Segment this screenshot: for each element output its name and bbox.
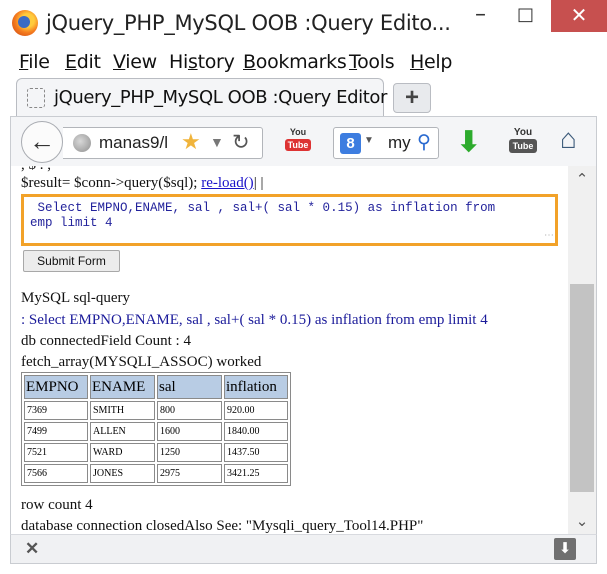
reload-icon[interactable]: ↻ bbox=[232, 130, 250, 155]
menu-file[interactable]: File bbox=[19, 51, 50, 73]
scroll-down-icon[interactable]: ⌄ bbox=[568, 512, 596, 530]
tab-label: jQuery_PHP_MySQL OOB :Query Editor bbox=[54, 87, 388, 108]
table-cell: 1437.50 bbox=[224, 443, 288, 462]
bookmark-star-icon[interactable]: ★ bbox=[181, 129, 201, 155]
table-cell: JONES bbox=[90, 464, 155, 483]
table-cell: WARD bbox=[90, 443, 155, 462]
downloads-icon[interactable]: ⬇ bbox=[554, 538, 576, 560]
back-button[interactable]: ← bbox=[21, 121, 63, 163]
field-count-text: db connectedField Count : 4 bbox=[21, 333, 191, 349]
table-row: 7369 SMITH 800 920.00 bbox=[24, 401, 288, 420]
results-table: EMPNO ENAME sal inflation 7369 SMITH 800… bbox=[21, 372, 291, 486]
maximize-button[interactable]: □ bbox=[503, 0, 548, 32]
youtube-icon[interactable]: You Tube bbox=[509, 127, 537, 157]
table-cell: 3421.25 bbox=[224, 464, 288, 483]
download-icon[interactable]: ⬇ bbox=[457, 125, 480, 158]
title-bar: jQuery_PHP_MySQL OOB :Query Edito... – □… bbox=[0, 0, 607, 46]
table-cell: ALLEN bbox=[90, 422, 155, 441]
new-tab-button[interactable]: + bbox=[393, 83, 431, 113]
table-cell: 920.00 bbox=[224, 401, 288, 420]
menu-history[interactable]: History bbox=[169, 51, 235, 73]
vertical-scrollbar[interactable]: ⌃ ⌄ bbox=[568, 166, 596, 534]
sql-query-text[interactable]: Select EMPNO,ENAME, sal , sal+( sal * 0.… bbox=[30, 201, 549, 231]
menu-edit[interactable]: Edit bbox=[65, 51, 101, 73]
table-row: 7499 ALLEN 1600 1840.00 bbox=[24, 422, 288, 441]
connection-closed-text: database connection closedAlso See: "Mys… bbox=[21, 518, 424, 534]
table-cell: 2975 bbox=[157, 464, 222, 483]
sql-query-heading: MySQL sql-query bbox=[21, 290, 131, 306]
column-header: EMPNO bbox=[24, 375, 88, 399]
youtube-addon-icon[interactable]: You Tube bbox=[285, 127, 311, 157]
search-engine-dropdown-icon[interactable]: ▼ bbox=[364, 135, 374, 146]
navigation-toolbar: ← manas9/l ★ ▼ ↻ You Tube 8 ▼ my ⚲ ⬇ You T… bbox=[10, 116, 597, 166]
page-content: , $ . , $result= $conn->query($sql); re-… bbox=[10, 166, 597, 534]
row-count-text: row count 4 bbox=[21, 497, 93, 513]
table-header-row: EMPNO ENAME sal inflation bbox=[24, 375, 288, 399]
google-icon[interactable]: 8 bbox=[340, 133, 361, 154]
search-box[interactable]: 8 ▼ my ⚲ bbox=[333, 127, 439, 159]
menu-view[interactable]: View bbox=[113, 51, 157, 73]
back-arrow-icon: ← bbox=[29, 126, 55, 156]
executed-query-text: : Select EMPNO,ENAME, sal , sal+( sal * … bbox=[21, 312, 488, 328]
url-text: manas9/l bbox=[99, 133, 168, 152]
column-header: inflation bbox=[224, 375, 288, 399]
table-cell: 1840.00 bbox=[224, 422, 288, 441]
menu-bar: File Edit View History Bookmarks Tools H… bbox=[0, 46, 607, 76]
menu-bookmarks[interactable]: Bookmarks bbox=[243, 51, 347, 73]
table-row: 7566 JONES 2975 3421.25 bbox=[24, 464, 288, 483]
table-cell: 1600 bbox=[157, 422, 222, 441]
menu-help[interactable]: Help bbox=[410, 51, 452, 73]
fetch-status-text: fetch_array(MYSQLI_ASSOC) worked bbox=[21, 354, 262, 370]
search-icon[interactable]: ⚲ bbox=[417, 131, 431, 154]
result-line-prefix: $result= $conn->query($sql); bbox=[21, 175, 202, 191]
scrollbar-thumb[interactable] bbox=[570, 284, 594, 492]
sql-query-textarea[interactable]: Select EMPNO,ENAME, sal , sal+( sal * 0.… bbox=[21, 194, 558, 246]
table-cell: 1250 bbox=[157, 443, 222, 462]
table-cell: SMITH bbox=[90, 401, 155, 420]
minimize-button[interactable]: – bbox=[458, 0, 503, 32]
home-icon[interactable]: ⌂ bbox=[560, 123, 577, 155]
table-row: 7521 WARD 1250 1437.50 bbox=[24, 443, 288, 462]
table-cell: 7499 bbox=[24, 422, 88, 441]
table-cell: 7566 bbox=[24, 464, 88, 483]
column-header: ENAME bbox=[90, 375, 155, 399]
result-line: $result= $conn->query($sql); re-load()| … bbox=[21, 175, 263, 192]
partial-text-line: , $ . , bbox=[21, 166, 51, 174]
tab-strip: jQuery_PHP_MySQL OOB :Query Editor + bbox=[0, 76, 607, 116]
menu-tools[interactable]: Tools bbox=[349, 51, 395, 73]
search-input[interactable]: my bbox=[388, 133, 411, 153]
close-bar-icon[interactable]: ✕ bbox=[25, 539, 39, 559]
url-bar[interactable]: manas9/l ★ ▼ ↻ bbox=[63, 127, 263, 159]
window-title: jQuery_PHP_MySQL OOB :Query Edito... bbox=[46, 11, 451, 35]
column-header: sal bbox=[157, 375, 222, 399]
result-line-suffix: | | bbox=[253, 175, 264, 191]
firefox-logo-icon bbox=[12, 10, 38, 36]
url-dropdown-icon[interactable]: ▼ bbox=[210, 134, 224, 150]
submit-form-button[interactable]: Submit Form bbox=[23, 250, 120, 272]
page-favicon-icon bbox=[27, 88, 45, 108]
globe-icon bbox=[73, 134, 91, 152]
table-cell: 800 bbox=[157, 401, 222, 420]
scroll-up-icon[interactable]: ⌃ bbox=[568, 170, 596, 188]
table-cell: 7521 bbox=[24, 443, 88, 462]
tab-query-editor[interactable]: jQuery_PHP_MySQL OOB :Query Editor bbox=[16, 78, 388, 116]
close-button[interactable]: ✕ bbox=[551, 0, 607, 32]
resize-grip-icon[interactable]: ⋯ bbox=[544, 230, 554, 241]
table-cell: 7369 bbox=[24, 401, 88, 420]
bottom-bar: ✕ ⬇ bbox=[10, 534, 597, 564]
reload-link[interactable]: re-load() bbox=[201, 175, 253, 191]
